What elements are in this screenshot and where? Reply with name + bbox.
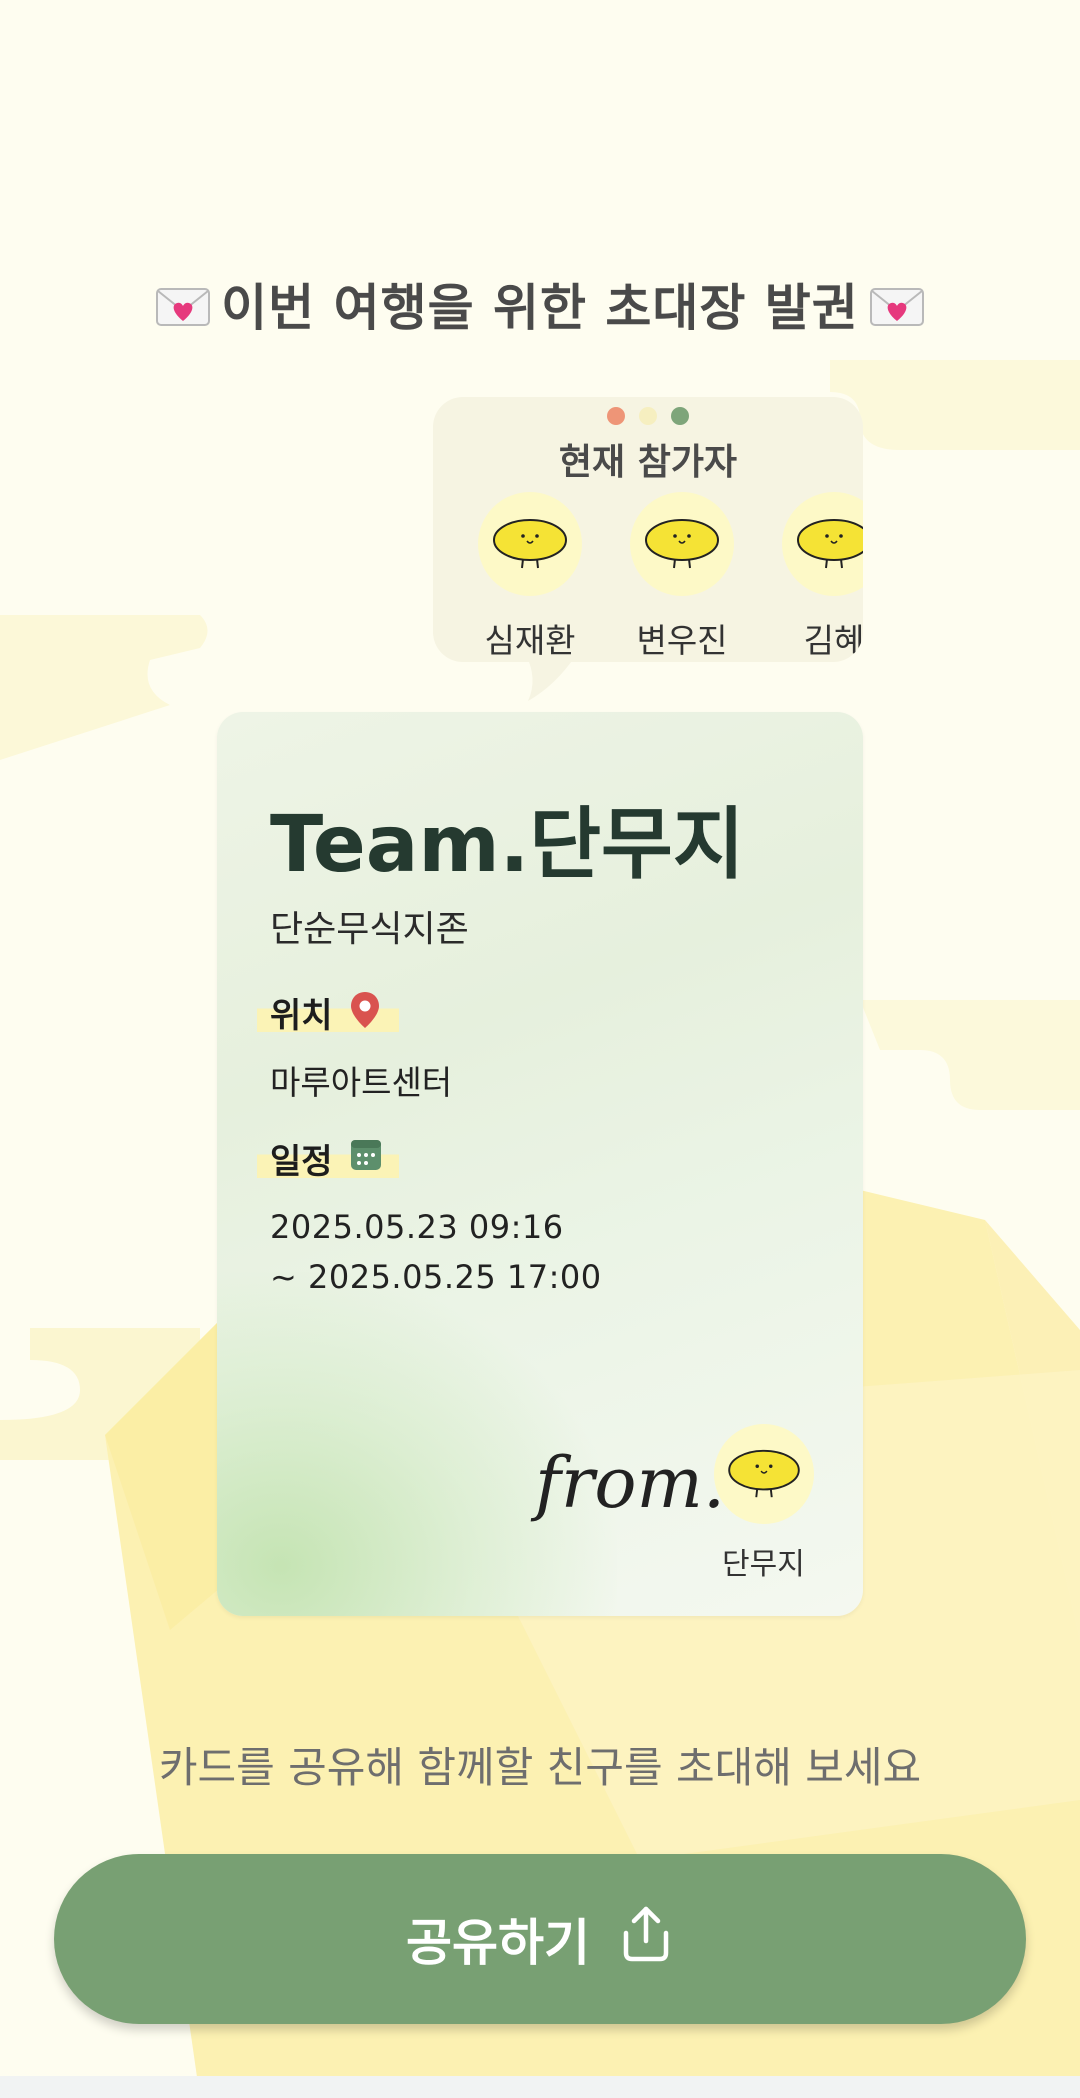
schedule-label: 일정 — [257, 1140, 399, 1182]
map-pin-icon — [349, 990, 381, 1034]
from-label: from. — [535, 1442, 726, 1524]
location-label-text: 위치 — [270, 996, 333, 1036]
pickled-radish-character-icon — [728, 1449, 800, 1498]
share-upload-icon — [618, 1903, 674, 1975]
pickled-radish-character-icon — [493, 519, 567, 569]
invitation-card: Team.단무지 단순무식지존 위치 마루아트센터 일정 2025.05.23 … — [217, 712, 863, 1616]
schedule-label-text: 일정 — [270, 1142, 333, 1182]
location-value: 마루아트센터 — [270, 1063, 453, 1102]
participant-item[interactable]: 심재환 — [478, 492, 582, 662]
participants-bubble: 현재 참가자 심재환 변우진 김혜 — [433, 397, 863, 662]
love-letter-icon — [155, 283, 211, 341]
window-dots — [607, 407, 689, 425]
participant-name: 변우진 — [636, 621, 728, 660]
card-subtitle: 단순무식지존 — [270, 909, 469, 950]
sender-avatar — [714, 1424, 814, 1524]
invite-hint-text: 카드를 공유해 함께할 친구를 초대해 보세요 — [158, 1743, 922, 1792]
location-label: 위치 — [257, 992, 399, 1036]
pickled-radish-character-icon — [645, 519, 719, 569]
avatar — [478, 492, 582, 596]
love-letter-icon — [869, 283, 925, 341]
participants-list: 심재환 변우진 김혜 — [478, 492, 863, 662]
schedule-end: ~ 2025.05.25 17:00 — [270, 1258, 602, 1296]
participant-name: 심재환 — [484, 621, 576, 660]
avatar — [782, 492, 863, 596]
sender-name: 단무지 — [722, 1547, 805, 1582]
calendar-icon — [349, 1136, 383, 1176]
share-button[interactable]: 공유하기 — [54, 1854, 1026, 2024]
share-button-label: 공유하기 — [406, 1914, 590, 1972]
participant-name: 김혜 — [803, 621, 863, 660]
pickled-radish-character-icon — [797, 519, 863, 569]
participants-title: 현재 참가자 — [558, 442, 738, 483]
dot-yellow — [639, 407, 657, 425]
bubble-tail — [526, 655, 576, 701]
card-title: Team.단무지 — [270, 800, 745, 890]
dot-red — [607, 407, 625, 425]
dot-green — [671, 407, 689, 425]
page-headline: 이번 여행을 위한 초대장 발권 — [0, 268, 1080, 341]
participant-item[interactable]: 변우진 — [630, 492, 734, 662]
headline-text: 이번 여행을 위한 초대장 발권 — [221, 279, 859, 337]
schedule-start: 2025.05.23 09:16 — [270, 1208, 564, 1246]
participant-item[interactable]: 김혜 — [782, 492, 863, 662]
system-nav-bar — [0, 2076, 1080, 2098]
avatar — [630, 492, 734, 596]
